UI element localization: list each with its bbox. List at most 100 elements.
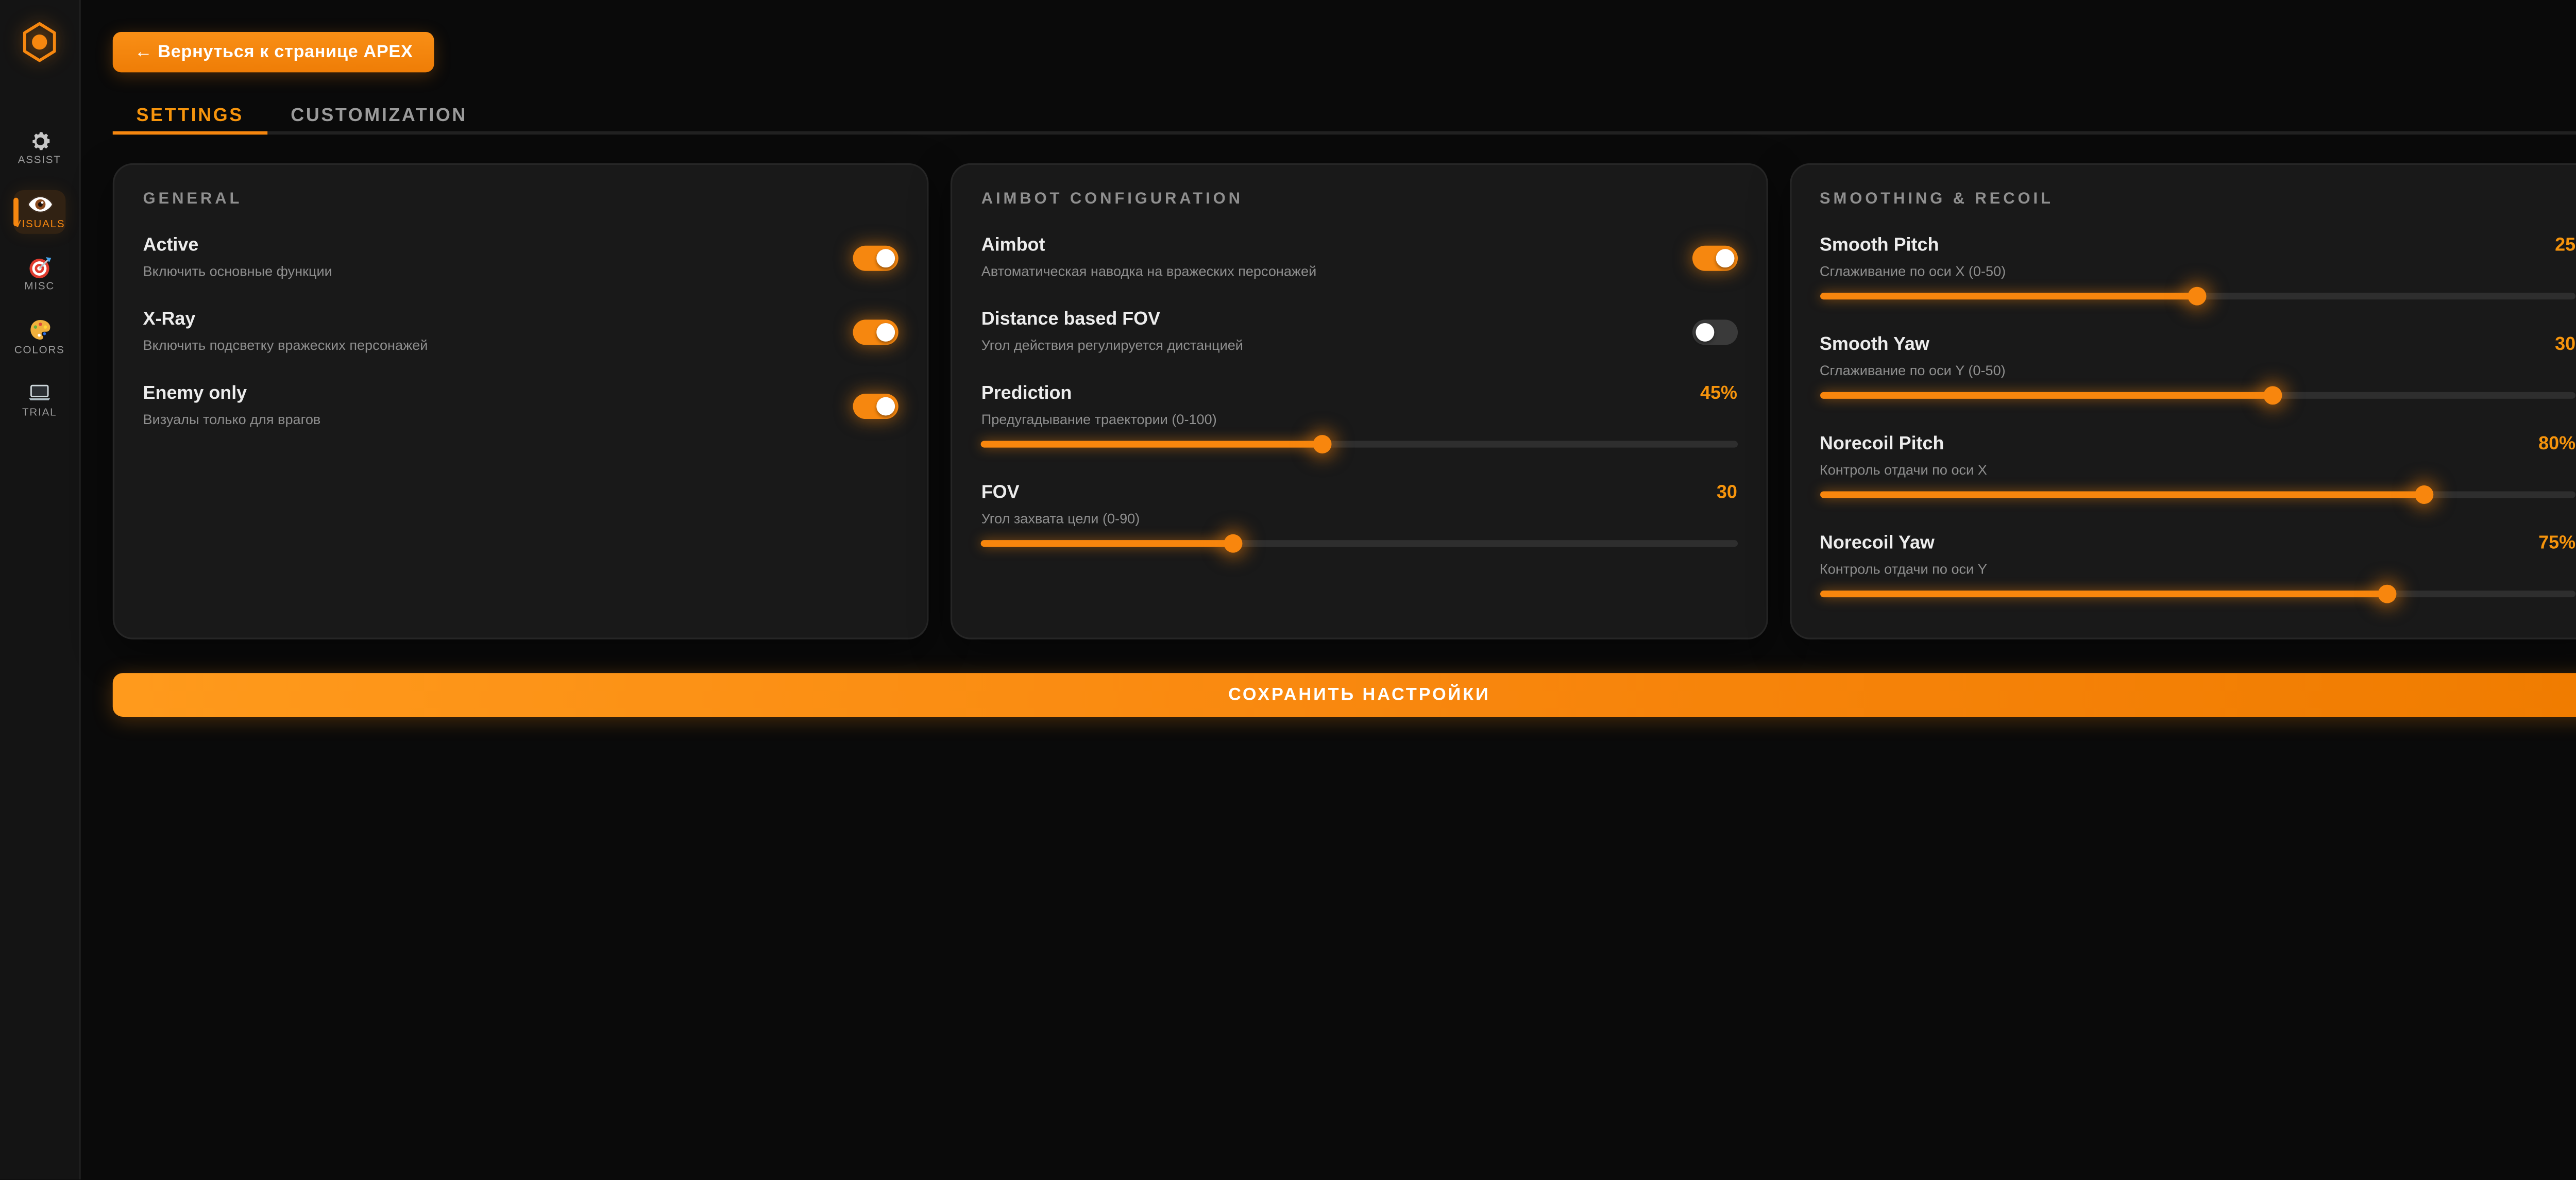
setting-label: Norecoil Pitch [1820, 434, 1944, 456]
slider-value: 45% [1700, 383, 1737, 403]
prediction-slider[interactable] [981, 434, 1737, 454]
setting-description: Сглаживание по оси X (0-50) [1820, 262, 2575, 279]
app-logo-hexagon-icon [22, 22, 57, 62]
sidebar-item-misc[interactable]: MISC [13, 252, 65, 296]
slider-fill [1820, 392, 2273, 399]
setting-label: Active [143, 235, 332, 257]
setting-label: Norecoil Yaw [1820, 533, 1935, 555]
toggle-knob [877, 396, 895, 415]
setting-label: Distance based FOV [981, 310, 1243, 331]
setting-description: Включить основные функции [143, 262, 332, 279]
enemy-only-toggle[interactable] [854, 393, 899, 418]
slider-fill [981, 441, 1321, 448]
setting-row-smooth-yaw: Smooth Yaw 30 Сглаживание по оси Y (0-50… [1820, 335, 2575, 406]
tab-customization[interactable]: CUSTOMIZATION [267, 99, 491, 135]
setting-description: Включить подсветку вражеских персонажей [143, 336, 428, 353]
setting-row-smooth-pitch: Smooth Pitch 25 Сглаживание по оси X (0-… [1820, 235, 2575, 306]
setting-description: Угол захвата цели (0-90) [981, 510, 1737, 527]
smooth-pitch-slider[interactable] [1820, 286, 2575, 306]
panel-title: AIMBOT CONFIGURATION [981, 190, 1737, 209]
sidebar-item-label: COLORS [14, 345, 65, 357]
sidebar-item-assist[interactable]: ASSIST [13, 126, 65, 170]
app-root: ASSIST VISUALS [0, 0, 2576, 1180]
setting-label: Aimbot [981, 235, 1317, 257]
palette-icon [28, 318, 52, 342]
panel-general: GENERAL Active Включить основные функции… [113, 163, 929, 639]
setting-row-prediction: Prediction 45% Предугадывание траектории… [981, 383, 1737, 454]
panel-title: GENERAL [143, 190, 899, 209]
norecoil-pitch-slider[interactable] [1820, 484, 2575, 504]
sidebar-item-label: TRIAL [22, 408, 57, 419]
aimbot-toggle[interactable] [1692, 245, 1737, 270]
slider-value: 30 [2555, 335, 2575, 355]
setting-description: Контроль отдачи по оси Y [1820, 560, 2575, 577]
setting-label: Enemy only [143, 383, 321, 405]
sidebar-item-label: ASSIST [18, 155, 61, 167]
setting-description: Визуалы только для врагов [143, 411, 321, 428]
sidebar-item-label: VISUALS [14, 218, 65, 230]
back-to-apex-button[interactable]: ← Вернуться к странице APEX [113, 32, 435, 72]
setting-description: Контроль отдачи по оси X [1820, 461, 2575, 478]
slider-handle[interactable] [2377, 585, 2396, 603]
setting-description: Предугадывание траектории (0-100) [981, 411, 1737, 428]
slider-handle[interactable] [2415, 485, 2434, 504]
toggle-knob [877, 248, 895, 267]
setting-row-fov: FOV 30 Угол захвата цели (0-90) [981, 483, 1737, 553]
tab-settings[interactable]: SETTINGS [113, 99, 267, 135]
setting-row-norecoil-pitch: Norecoil Pitch 80% Контроль отдачи по ос… [1820, 434, 2575, 504]
setting-label: Smooth Pitch [1820, 235, 1939, 257]
slider-fill [1820, 591, 2386, 597]
slider-fill [1820, 293, 2198, 299]
toggle-knob [1695, 322, 1714, 341]
smooth-yaw-slider[interactable] [1820, 385, 2575, 406]
slider-fill [981, 540, 1233, 547]
setting-label: FOV [981, 483, 1020, 504]
slider-value: 80% [2538, 434, 2575, 454]
fov-slider[interactable] [981, 533, 1737, 553]
sidebar-item-label: MISC [24, 281, 55, 293]
toggle-knob [1715, 248, 1734, 267]
setting-label: Smooth Yaw [1820, 335, 1929, 357]
main-content: ← Вернуться к странице APEX SETTINGS CUS… [81, 0, 2576, 1180]
setting-row-enemy-only: Enemy only Визуалы только для врагов [143, 383, 899, 427]
slider-handle[interactable] [2264, 386, 2282, 404]
xray-toggle[interactable] [854, 319, 899, 344]
sidebar-item-visuals[interactable]: VISUALS [13, 189, 65, 233]
settings-panels: GENERAL Active Включить основные функции… [113, 163, 2576, 639]
save-settings-button[interactable]: СОХРАНИТЬ НАСТРОЙКИ [113, 673, 2576, 717]
setting-description: Угол действия регулируется дистанцией [981, 336, 1243, 353]
slider-handle[interactable] [2189, 287, 2207, 306]
sidebar: ASSIST VISUALS [0, 0, 81, 1180]
sidebar-nav: ASSIST VISUALS [0, 126, 79, 423]
sidebar-item-trial[interactable]: TRIAL [13, 379, 65, 423]
slider-value: 75% [2538, 533, 2575, 553]
slider-value: 30 [1717, 483, 1737, 503]
setting-label: X-Ray [143, 310, 428, 331]
laptop-icon [27, 381, 52, 405]
setting-row-norecoil-yaw: Norecoil Yaw 75% Контроль отдачи по оси … [1820, 533, 2575, 604]
target-icon [28, 256, 52, 279]
panel-smoothing-recoil: SMOOTHING & RECOIL Smooth Pitch 25 Сглаж… [1789, 163, 2576, 639]
panel-title: SMOOTHING & RECOIL [1820, 190, 2575, 209]
tab-bar: SETTINGS CUSTOMIZATION [113, 99, 2576, 135]
slider-value: 25 [2555, 235, 2575, 256]
setting-description: Автоматическая наводка на вражеских перс… [981, 262, 1317, 279]
sidebar-item-colors[interactable]: COLORS [13, 315, 65, 359]
eye-icon [26, 192, 53, 216]
active-indicator-bar [13, 197, 18, 226]
active-toggle[interactable] [854, 245, 899, 270]
slider-handle[interactable] [1224, 534, 1242, 553]
setting-row-active: Active Включить основные функции [143, 235, 899, 279]
panel-aimbot-configuration: AIMBOT CONFIGURATION Aimbot Автоматическ… [951, 163, 1768, 639]
setting-description: Сглаживание по оси Y (0-50) [1820, 362, 2575, 379]
setting-row-xray: X-Ray Включить подсветку вражеских персо… [143, 310, 899, 353]
setting-row-distance-based-fov: Distance based FOV Угол действия регулир… [981, 310, 1737, 353]
gear-icon [28, 129, 52, 153]
setting-label: Prediction [981, 383, 1072, 405]
norecoil-yaw-slider[interactable] [1820, 584, 2575, 604]
toggle-knob [877, 322, 895, 341]
distance-based-fov-toggle[interactable] [1692, 319, 1737, 344]
slider-fill [1820, 491, 2425, 498]
slider-handle[interactable] [1312, 435, 1331, 453]
setting-row-aimbot: Aimbot Автоматическая наводка на вражеск… [981, 235, 1737, 279]
